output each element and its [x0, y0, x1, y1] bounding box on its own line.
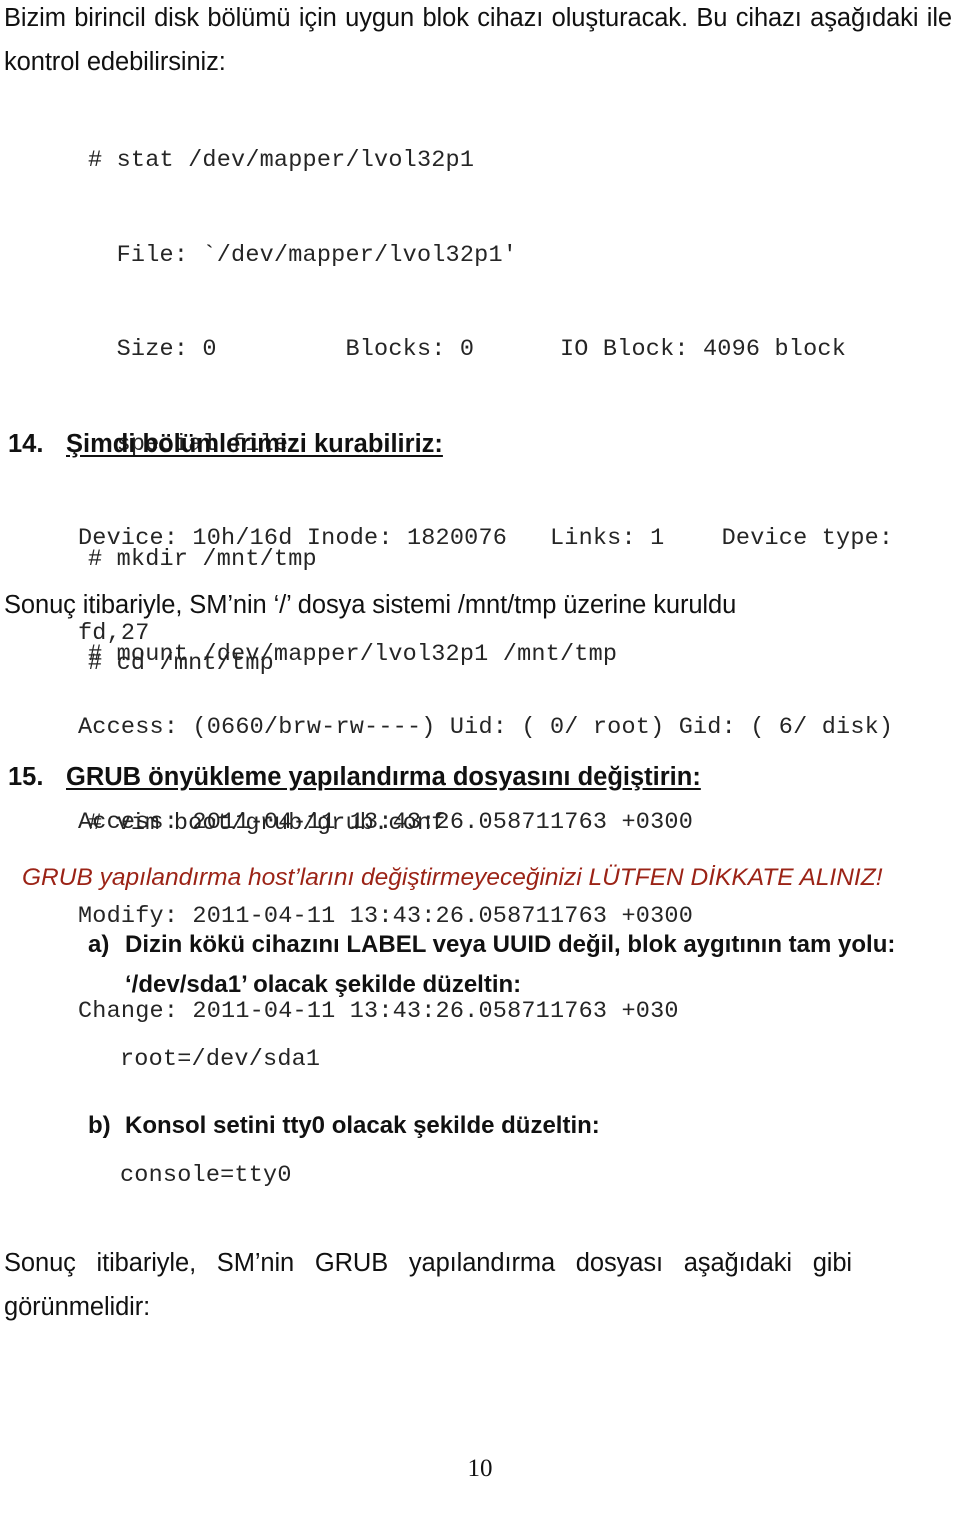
step-14-heading: 14. Şimdi bölümlerimizi kurabiliriz: [8, 427, 952, 461]
page-number: 10 [467, 1455, 493, 1482]
step-15-heading: 15. GRUB önyükleme yapılandırma dosyasını… [8, 760, 952, 794]
code-line: Size: 0 Blocks: 0 IO Block: 4096 block [88, 336, 847, 363]
vim-command-line: # vim boot/grub/grub.conf [88, 810, 446, 837]
grub-warning-notice: GRUB yapılandırma host’larını değiştirme… [22, 864, 883, 891]
sub-item-b-line1: Konsol setini tty0 olacak şekilde düzelt… [125, 1112, 600, 1139]
step-14-title: Şimdi bölümlerimizi kurabiliriz: [66, 430, 443, 458]
step-14-result-text: Sonuç itibariyle, SM’nin ‘/’ dosya siste… [4, 591, 737, 619]
sub-item-a-letter: a) [88, 931, 110, 958]
intro-paragraph: Bizim birincil disk bölümü için uygun bl… [4, 4, 952, 76]
code-line: # mkdir /mnt/tmp [88, 546, 317, 573]
code-line: File: `/dev/mapper/lvol32p1' [88, 241, 518, 269]
document-page: Bizim birincil disk bölümü için uygun bl… [0, 0, 960, 1520]
step-14-number: 14. [8, 430, 44, 458]
closing-paragraph: Sonuç itibariyle, SM’nin GRUB yapılandır… [4, 1249, 852, 1321]
sub-item-a-line2: ‘/dev/sda1’ olacak şekilde düzeltin: [125, 971, 522, 998]
step-15-number: 15. [8, 763, 44, 791]
console-code: console=tty0 [120, 1162, 292, 1189]
sub-item-b-letter: b) [88, 1112, 111, 1139]
code-line: # stat /dev/mapper/lvol32p1 [88, 147, 475, 174]
sub-item-a-line1: Dizin kökü cihazını LABEL veya UUID deği… [125, 931, 896, 958]
cd-command-line: # cd /mnt/tmp [88, 650, 274, 677]
sub-item-a: a) Dizin kökü cihazını LABEL veya UUID de… [88, 925, 918, 1005]
root-device-code: root=/dev/sda1 [120, 1046, 321, 1073]
sub-item-b: b) Konsol setini tty0 olacak şekilde düze… [88, 1106, 918, 1146]
step-15-title: GRUB önyükleme yapılandırma dosyasını de… [66, 763, 701, 791]
